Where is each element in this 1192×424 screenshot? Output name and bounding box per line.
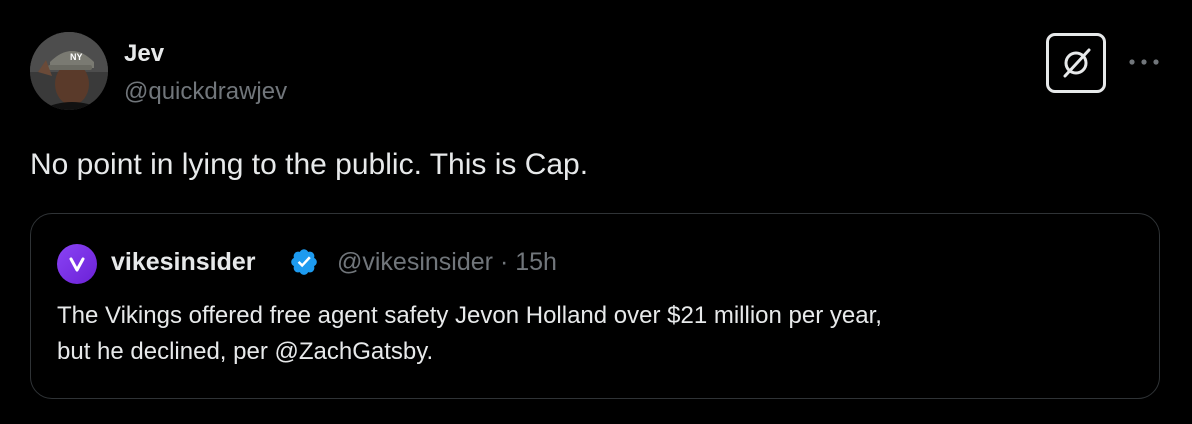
quote-author-handle[interactable]: @vikesinsider	[337, 248, 493, 276]
author-avatar-image: NY	[30, 32, 108, 110]
author-handle[interactable]: @quickdrawjev	[124, 78, 287, 106]
quote-author-meta: @vikesinsider · 15h	[337, 247, 557, 277]
quote-author-avatar[interactable]	[57, 244, 97, 284]
quote-tweet-card[interactable]: vikesinsider @vikesinsider · 15h The Vik…	[30, 213, 1160, 399]
grok-button[interactable]	[1046, 33, 1106, 93]
author-name[interactable]: Jev	[124, 40, 164, 68]
more-options-button[interactable]	[1124, 50, 1164, 74]
quote-text-line: but he declined, per @ZachGatsby.	[57, 338, 434, 365]
author-avatar[interactable]: NY	[30, 32, 108, 110]
vikesinsider-logo-icon	[69, 257, 85, 272]
quote-author-name[interactable]: vikesinsider	[111, 247, 256, 277]
quote-text-line: The Vikings offered free agent safety Je…	[57, 302, 882, 329]
verified-badge-icon	[289, 247, 319, 277]
tweet-text: No point in lying to the public. This is…	[30, 148, 589, 181]
more-horizontal-icon	[1129, 59, 1159, 65]
svg-text:NY: NY	[70, 52, 83, 62]
quote-timestamp[interactable]: 15h	[515, 248, 557, 276]
meta-separator: ·	[499, 248, 509, 276]
quote-text: The Vikings offered free agent safety Je…	[57, 298, 1137, 370]
grok-icon	[1063, 48, 1091, 78]
